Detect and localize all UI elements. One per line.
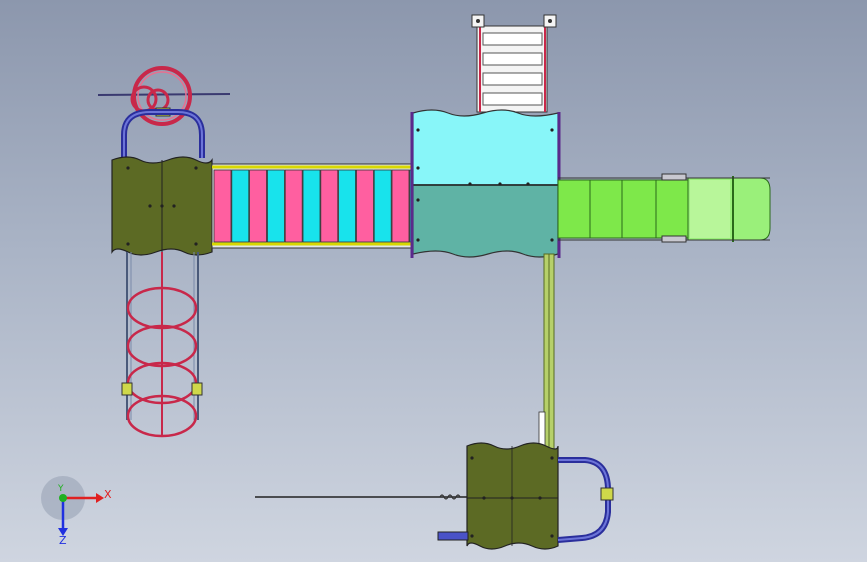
bridge-slat (302, 169, 321, 243)
slide (557, 173, 771, 243)
bridge-slat (231, 169, 250, 243)
striped-bridge (211, 163, 428, 249)
z-axis-label: Z (59, 534, 67, 547)
center-tower-deck-panel (412, 184, 559, 258)
bridge-slat (391, 169, 410, 243)
support-beam (538, 253, 555, 451)
bridge-slat (249, 169, 268, 243)
bottom-tower-rail (557, 457, 614, 543)
bridge-slat (320, 169, 339, 243)
bottom-tower-platform (466, 442, 559, 550)
top-ladder (471, 14, 557, 113)
bridge-slat (266, 169, 285, 243)
left-tower-rail (121, 109, 205, 158)
overhead-ring-assembly (97, 66, 231, 126)
center-tower-roof-panel (412, 109, 559, 186)
bottom-tower-step (437, 531, 469, 541)
bridge-slat (338, 169, 357, 243)
bridge-slat (355, 169, 374, 243)
playground-assembly-drawing (41, 14, 771, 550)
bridge-slat (213, 169, 232, 243)
bridge-slat (373, 169, 392, 243)
y-axis-label: Y (58, 484, 64, 494)
axis-triad (41, 476, 104, 536)
rope-line (255, 494, 467, 500)
left-tower-support-posts (126, 252, 199, 436)
bridge-slat (284, 169, 303, 243)
left-tower-platform (111, 156, 213, 256)
x-axis-label: X (104, 488, 112, 501)
cad-viewport[interactable]: X Y Z (0, 0, 867, 562)
